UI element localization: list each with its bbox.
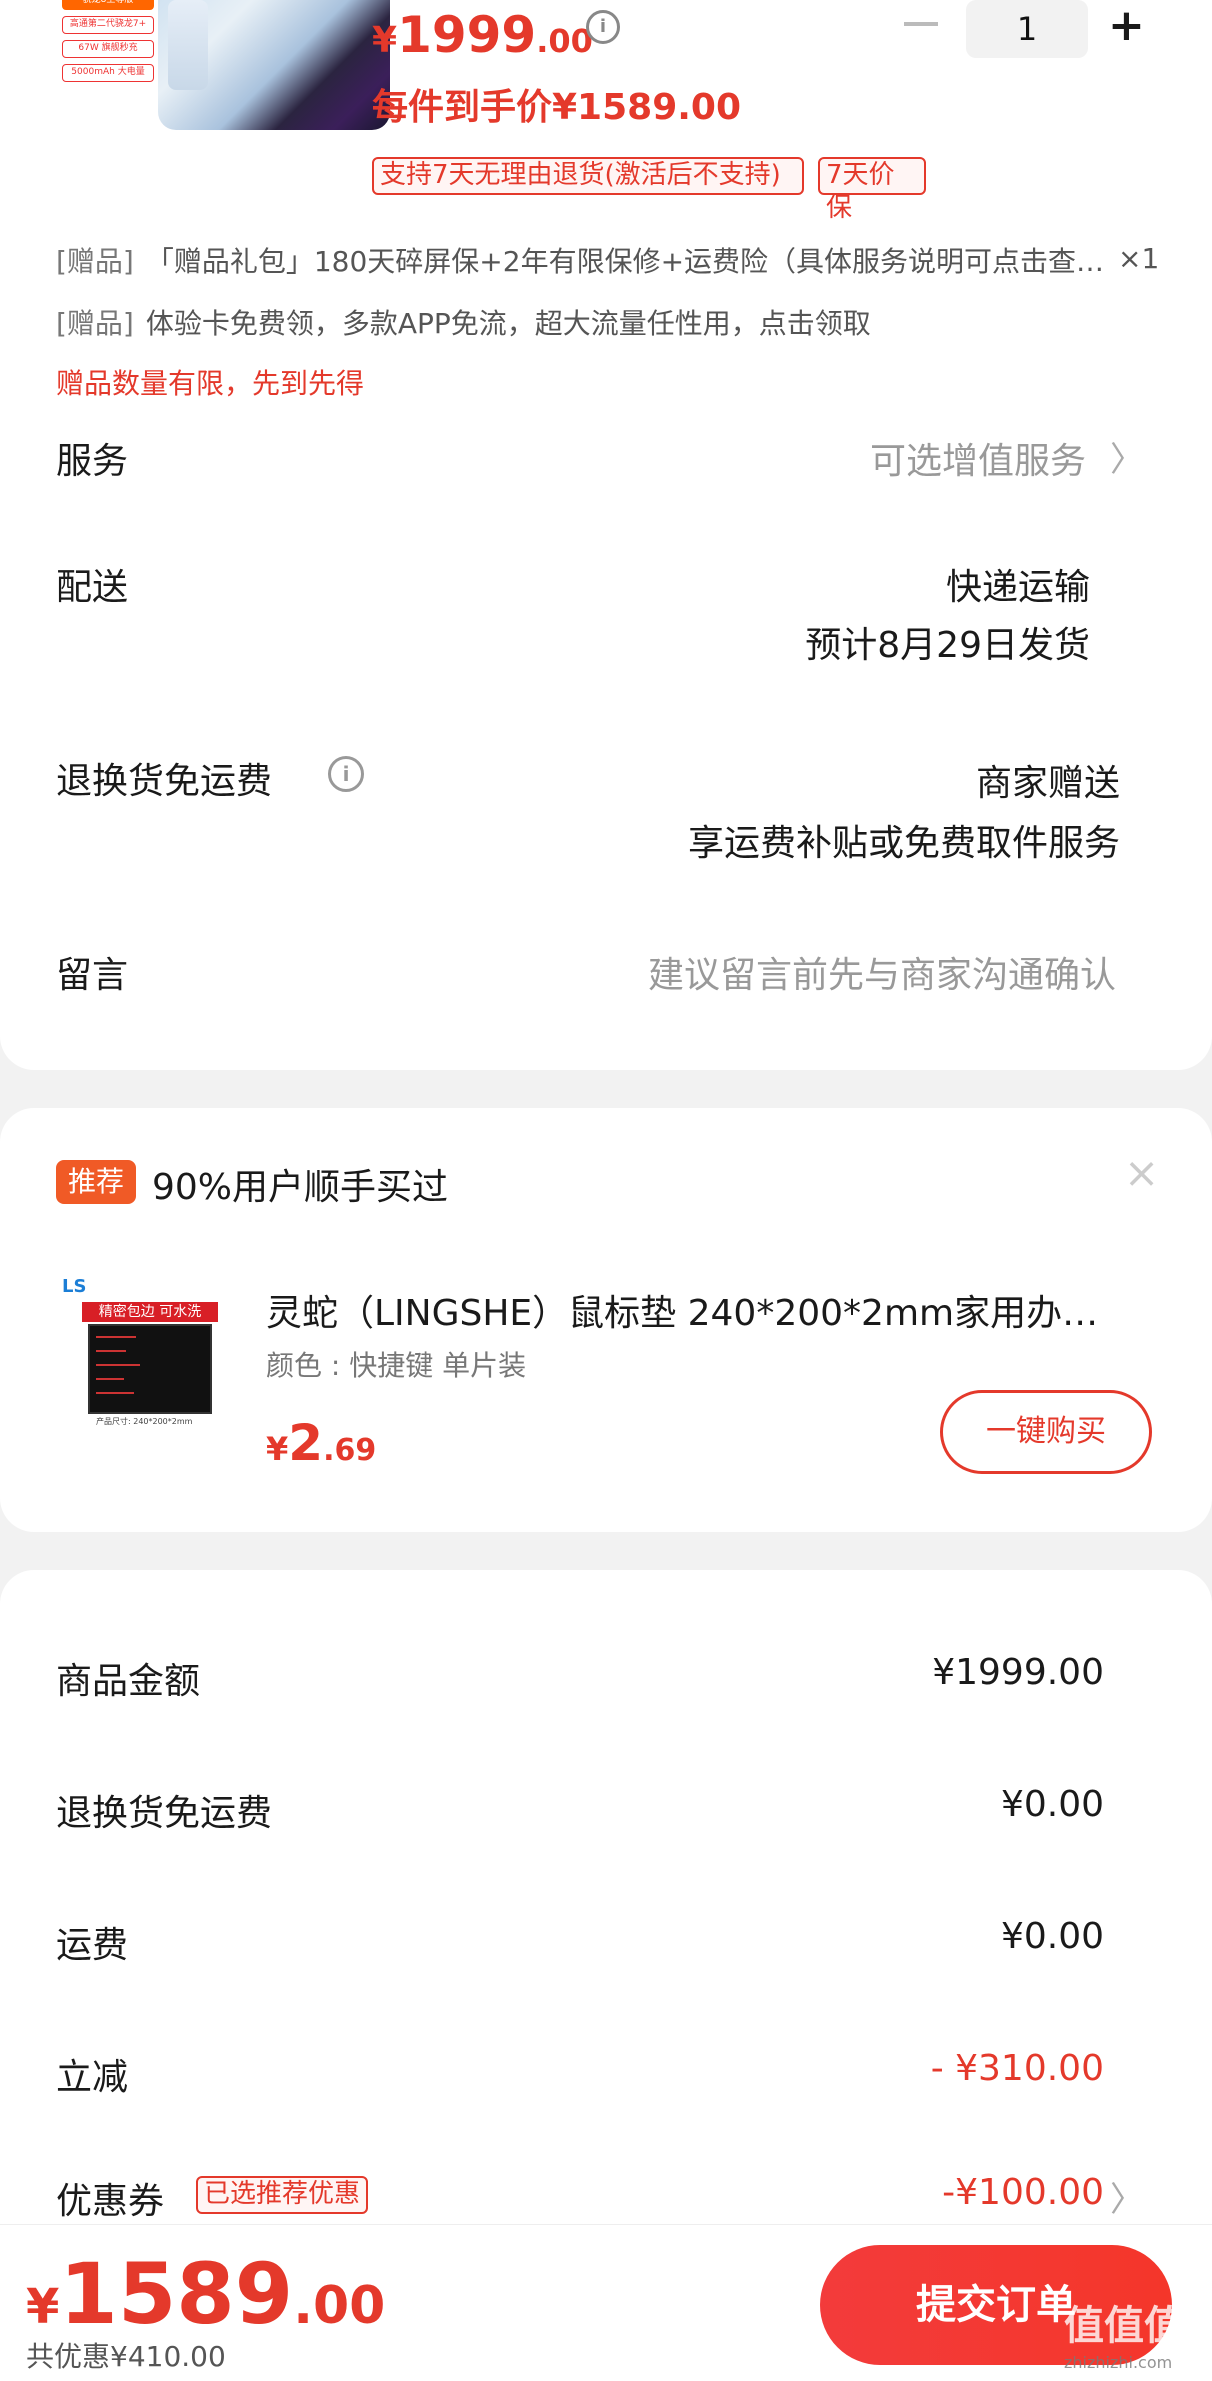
delivery-method: 快递运输 (945, 567, 1090, 608)
brand-logo: LS (62, 1276, 87, 1297)
recommend-card: 推荐 90%用户顺手买过 × LS 精密包边 可水洗 产品尺寸: 240*200… (0, 1108, 1212, 1532)
quantity-decrease-button[interactable] (904, 22, 938, 26)
return-shipping-detail: 享运费补贴或免费取件服务 (687, 823, 1120, 864)
chevron-right-icon[interactable]: 〉 (1110, 432, 1144, 481)
phone-image (158, 0, 390, 130)
recommend-title: 90%用户顺手买过 (152, 1167, 449, 1208)
price-integer: 1999 (397, 6, 537, 64)
price-integer: 2 (288, 1414, 324, 1472)
total-saved: 共优惠¥410.00 (26, 2340, 226, 2373)
checkout-bar: ¥1589.00 共优惠¥410.00 提交订单 值值值 zhizhizhi.c… (0, 2224, 1212, 2381)
product-price: ¥1999.00 (372, 6, 593, 64)
mousepad-mat (88, 1324, 212, 1414)
watermark-sub: zhizhizhi.com (1064, 2353, 1173, 2372)
return-shipping-info-icon[interactable]: i (328, 756, 364, 792)
mat-line (96, 1350, 126, 1352)
summary-label: 立减 (56, 2057, 129, 2098)
phone-camera-image (168, 0, 208, 90)
gift-count: ×1 (1118, 242, 1160, 275)
recommend-item-name[interactable]: 灵蛇（LINGSHE）鼠标垫 240*200*2mm家用办公游戏电竞鼠标垫 (266, 1284, 1132, 1336)
watermark: 值值值 (1064, 2303, 1184, 2349)
mat-line (96, 1364, 140, 1366)
summary-label: 退换货免运费 (56, 1793, 273, 1834)
chevron-right-icon[interactable]: 〉 (1110, 2172, 1144, 2221)
gift-item-2[interactable]: [赠品] 体验卡免费领，多款APP免流，超大流量任性用，点击领取 (56, 302, 871, 342)
total-price: ¥1589.00 (26, 2245, 385, 2343)
coupon-value[interactable]: -¥100.00 (942, 2172, 1104, 2213)
mat-line (96, 1336, 136, 1338)
gift-prefix: [赠品] (56, 307, 134, 340)
price-info-icon[interactable]: i (586, 10, 620, 44)
price-currency: ¥ (26, 2279, 60, 2335)
gift-limited-note: 赠品数量有限，先到先得 (56, 367, 365, 400)
gift-item-1[interactable]: [赠品] 「赠品礼包」180天碎屏保+2年有限保修+运费险（具体服务说明可点击查看… (56, 240, 1120, 280)
thumb-tag: 67W 旗舰秒充 (62, 40, 154, 58)
recommend-tag: 推荐 (56, 1160, 136, 1204)
summary-value: ¥1999.00 (932, 1652, 1104, 1693)
coupon-selected-tag: 已选推荐优惠 (196, 2176, 369, 2214)
thumb-tag: 5000mAh 大电量 (62, 64, 154, 82)
image-header: 精密包边 可水洗 (82, 1302, 218, 1322)
gift-text: 体验卡免费领，多款APP免流，超大流量任性用，点击领取 (145, 307, 871, 340)
return-shipping-value: 商家赠送 (975, 763, 1120, 804)
note-label: 留言 (56, 955, 129, 996)
image-caption: 产品尺寸: 240*200*2mm (96, 1417, 193, 1426)
summary-value: ¥0.00 (1000, 1916, 1104, 1957)
gift-text: 「赠品礼包」180天碎屏保+2年有限保修+运费险（具体服务说明可点击查看） (145, 245, 1120, 278)
recommend-item-spec: 颜色 : 快捷键 单片装 (266, 1349, 527, 1382)
quantity-field[interactable]: 1 (966, 0, 1088, 58)
price-decimal: .69 (323, 1433, 377, 1468)
gift-prefix: [赠品] (56, 245, 134, 278)
price-integer: 1589 (59, 2245, 294, 2343)
price-currency: ¥ (266, 1430, 289, 1468)
price-decimal: .00 (293, 2276, 386, 2336)
price-protection-badge: 7天价保 (818, 157, 926, 223)
mat-line (96, 1378, 124, 1380)
service-value[interactable]: 可选增值服务 (870, 432, 1086, 484)
mousepad-image[interactable]: LS 精密包边 可水洗 产品尺寸: 240*200*2mm (60, 1276, 220, 1426)
thumbnail-tags: 骁龙8至尊版 高通第二代骁龙7+ 67W 旗舰秒充 5000mAh 大电量 (58, 0, 154, 96)
quantity-increase-button[interactable]: + (1108, 4, 1145, 48)
final-price-per-item: 每件到手价¥1589.00 (372, 87, 742, 128)
summary-label: 商品金额 (56, 1661, 201, 1702)
price-decimal: .00 (536, 22, 593, 60)
summary-value: ¥0.00 (1000, 1784, 1104, 1825)
note-input[interactable]: 建议留言前先与商家沟通确认 (648, 946, 1116, 998)
thumb-tag: 高通第二代骁龙7+ (62, 16, 154, 34)
coupon-label: 优惠券 (56, 2181, 165, 2222)
recommend-item-price: ¥2.69 (266, 1414, 376, 1472)
summary-label: 运费 (56, 1925, 129, 1966)
thumb-tag: 骁龙8至尊版 (62, 0, 154, 10)
product-thumbnail[interactable]: 骁龙8至尊版 高通第二代骁龙7+ 67W 旗舰秒充 5000mAh 大电量 (58, 0, 390, 132)
return-policy-badge: 支持7天无理由退货(激活后不支持) (372, 157, 804, 195)
return-shipping-label: 退换货免运费 (56, 761, 273, 802)
mat-line (96, 1392, 134, 1394)
service-label: 服务 (56, 441, 129, 482)
one-click-buy-button[interactable]: 一键购买 (940, 1390, 1152, 1474)
delivery-label: 配送 (56, 567, 129, 608)
delivery-eta: 预计8月29日发货 (805, 625, 1090, 666)
discount-value: - ¥310.00 (930, 2048, 1104, 2089)
order-item-card: 骁龙8至尊版 高通第二代骁龙7+ 67W 旗舰秒充 5000mAh 大电量 ¥1… (0, 0, 1212, 1070)
close-icon[interactable]: × (1124, 1148, 1159, 1197)
price-currency: ¥ (372, 20, 398, 61)
